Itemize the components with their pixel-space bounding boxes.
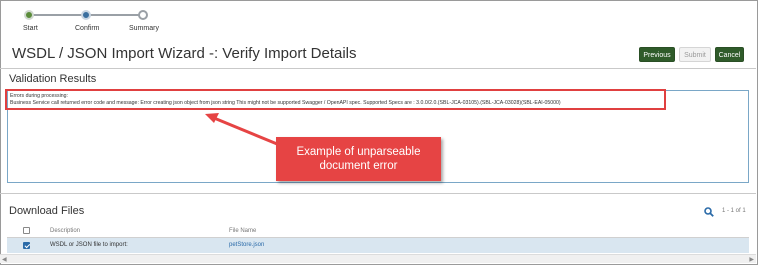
previous-button[interactable]: Previous xyxy=(639,47,675,62)
step-summary-dot[interactable] xyxy=(138,10,148,20)
cancel-button[interactable]: Cancel xyxy=(715,47,744,62)
row-checkbox[interactable] xyxy=(23,242,30,249)
search-icon[interactable] xyxy=(704,207,714,217)
error-message: Business Service call returned error cod… xyxy=(10,100,561,106)
header-divider xyxy=(0,68,756,69)
step-start-dot[interactable] xyxy=(24,10,34,20)
scroll-right-icon[interactable]: ▶ xyxy=(749,256,754,263)
column-header-file-name: File Name xyxy=(229,228,257,234)
stepper-connector xyxy=(90,14,142,16)
error-heading: Errors during processing: xyxy=(10,93,68,99)
step-summary-label: Summary xyxy=(129,25,159,32)
page-title: WSDL / JSON Import Wizard -: Verify Impo… xyxy=(12,45,357,62)
table-row[interactable]: WSDL or JSON file to import: petStore.js… xyxy=(7,238,749,253)
horizontal-scrollbar[interactable]: ◀ ▶ xyxy=(0,254,756,263)
download-table-header: Description File Name xyxy=(7,224,749,238)
stepper-connector xyxy=(28,14,86,16)
download-files-title: Download Files xyxy=(9,205,85,217)
section-divider xyxy=(0,193,756,194)
step-confirm-dot[interactable] xyxy=(81,10,91,20)
column-header-description: Description xyxy=(50,228,81,234)
pager-info: 1 - 1 of 1 xyxy=(722,208,746,214)
callout-line-1: Example of unparseable xyxy=(296,146,421,158)
validation-results-title: Validation Results xyxy=(9,73,97,85)
step-start-label: Start xyxy=(23,25,38,32)
callout-annotation: Example of unparseable document error xyxy=(276,137,441,181)
row-description: WSDL or JSON file to import: xyxy=(50,242,128,248)
wizard-stepper: Start Confirm Summary xyxy=(18,9,159,35)
scroll-left-icon[interactable]: ◀ xyxy=(2,256,7,263)
file-link[interactable]: petStore.json xyxy=(229,242,264,248)
step-confirm-label: Confirm xyxy=(75,25,100,32)
submit-button[interactable]: Submit xyxy=(679,47,711,62)
callout-line-2: document error xyxy=(319,160,398,172)
select-all-checkbox[interactable] xyxy=(23,227,30,234)
